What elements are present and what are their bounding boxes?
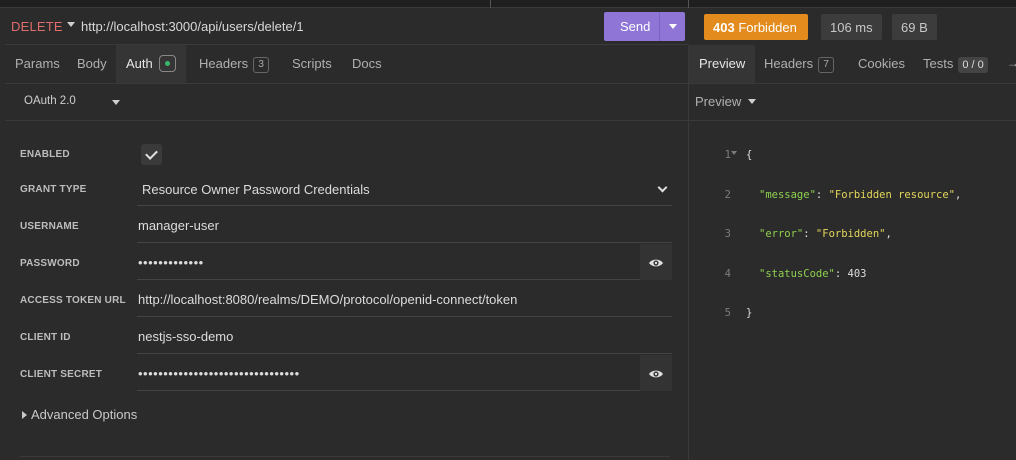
access-token-url-label: ACCESS TOKEN URL — [20, 295, 126, 306]
tab-docs[interactable]: Docs — [342, 45, 392, 83]
field-underline — [137, 353, 672, 354]
show-password-button[interactable] — [640, 244, 672, 280]
eye-icon — [649, 370, 663, 378]
url-input[interactable]: http://localhost:3000/api/users/delete/1 — [81, 19, 304, 34]
tab-headers[interactable]: Headers 3 — [189, 45, 279, 83]
code-line: 3 "error": "Forbidden", — [719, 228, 892, 244]
tab-body[interactable]: Body — [67, 45, 117, 83]
grant-type-select[interactable]: Resource Owner Password Credentials — [142, 182, 370, 197]
url-bar: DELETE http://localhost:3000/api/users/d… — [5, 9, 688, 45]
fold-caret-icon[interactable] — [731, 151, 737, 155]
pane-divider[interactable] — [688, 45, 689, 460]
code-line: 5} — [719, 307, 753, 323]
code-line: 2 "message": "Forbidden resource", — [719, 188, 962, 205]
enabled-checkbox[interactable] — [141, 144, 162, 165]
line-number: 5 — [724, 307, 731, 319]
response-divider — [689, 120, 1016, 121]
eye-icon — [649, 259, 663, 267]
tests-count-badge: 0 / 0 — [958, 56, 988, 73]
caret-right-icon — [22, 410, 27, 419]
method-selector[interactable]: DELETE — [11, 19, 63, 34]
headers-count-badge: 3 — [253, 56, 270, 73]
code-line: 1{ — [719, 149, 753, 165]
show-client-secret-button[interactable] — [640, 355, 672, 391]
json-key: "error" — [759, 228, 804, 240]
tab-response-headers[interactable]: Headers 7 — [754, 45, 844, 83]
section-divider — [20, 456, 670, 457]
line-number: 1 — [724, 149, 731, 161]
code-text: } — [746, 307, 753, 319]
response-body[interactable]: 1{ 2 "message": "Forbidden resource", 3 "e… — [719, 125, 962, 335]
json-value: 403 — [847, 267, 867, 280]
response-headers-count-badge: 7 — [818, 56, 835, 73]
tab-auth[interactable]: Auth — [116, 45, 186, 83]
code-text: { — [746, 149, 753, 161]
request-tabs: Params Body Auth Headers 3 Scripts Docs — [5, 45, 688, 84]
strip-divider — [688, 0, 689, 8]
username-input[interactable]: manager-user — [138, 218, 219, 233]
send-label: Send — [620, 19, 651, 34]
enabled-label: ENABLED — [20, 149, 70, 160]
field-underline — [137, 279, 640, 280]
chevron-down-icon[interactable] — [657, 182, 668, 193]
auth-type-caret-icon[interactable] — [112, 100, 120, 105]
response-tabs: Preview Headers 7 Cookies Tests 0 / 0 → — [689, 45, 1016, 84]
client-secret-label: CLIENT SECRET — [20, 369, 103, 380]
username-label: USERNAME — [20, 221, 79, 232]
status-badge: 403 Forbidden — [704, 14, 808, 40]
field-underline — [137, 390, 640, 391]
client-id-label: CLIENT ID — [20, 332, 71, 343]
arrow-right-icon[interactable]: → — [1007, 57, 1016, 69]
client-id-input[interactable]: nestjs-sso-demo — [138, 329, 233, 344]
window-top-strip — [0, 0, 1016, 8]
status-code: 403 — [713, 20, 735, 35]
json-value: "Forbidden" — [815, 228, 886, 240]
response-size-badge: 69 B — [892, 14, 937, 40]
advanced-options-label: Advanced Options — [31, 407, 138, 422]
line-number: 2 — [724, 188, 731, 201]
field-underline — [137, 205, 672, 206]
line-number: 3 — [724, 228, 731, 240]
code-line: 4 "statusCode": 403 — [719, 267, 867, 284]
preview-mode-caret-icon[interactable] — [748, 99, 756, 104]
tab-scripts[interactable]: Scripts — [282, 45, 342, 83]
preview-mode-select[interactable]: Preview — [695, 94, 741, 109]
response-time-badge: 106 ms — [821, 14, 882, 40]
client-secret-input[interactable]: •••••••••••••••••••••••••••••••• — [138, 366, 300, 381]
json-key: "message" — [759, 188, 816, 201]
line-number: 4 — [724, 267, 731, 280]
send-divider — [659, 12, 660, 41]
tab-preview[interactable]: Preview — [689, 45, 756, 83]
auth-type-row: OAuth 2.0 — [5, 84, 688, 121]
auth-type-select[interactable]: OAuth 2.0 — [24, 95, 76, 107]
send-options-caret-icon[interactable] — [669, 24, 677, 29]
advanced-options-toggle[interactable]: Advanced Options — [22, 407, 137, 422]
tab-cookies[interactable]: Cookies — [848, 45, 915, 83]
tab-tests[interactable]: Tests 0 / 0 — [913, 45, 998, 83]
password-label: PASSWORD — [20, 258, 80, 269]
strip-divider — [490, 0, 491, 8]
method-caret-icon[interactable] — [67, 22, 75, 27]
send-button[interactable]: Send — [604, 12, 685, 41]
status-text: Forbidden — [738, 20, 797, 35]
field-underline — [137, 316, 672, 317]
field-underline — [137, 242, 672, 243]
tab-params[interactable]: Params — [5, 45, 70, 83]
access-token-url-input[interactable]: http://localhost:8080/realms/DEMO/protoc… — [138, 292, 517, 307]
json-value: "Forbidden resource" — [828, 188, 955, 201]
grant-type-label: GRANT TYPE — [20, 184, 87, 195]
auth-enabled-indicator-icon — [158, 55, 176, 73]
password-input[interactable]: ••••••••••••• — [138, 255, 204, 270]
json-key: "statusCode" — [759, 267, 835, 280]
